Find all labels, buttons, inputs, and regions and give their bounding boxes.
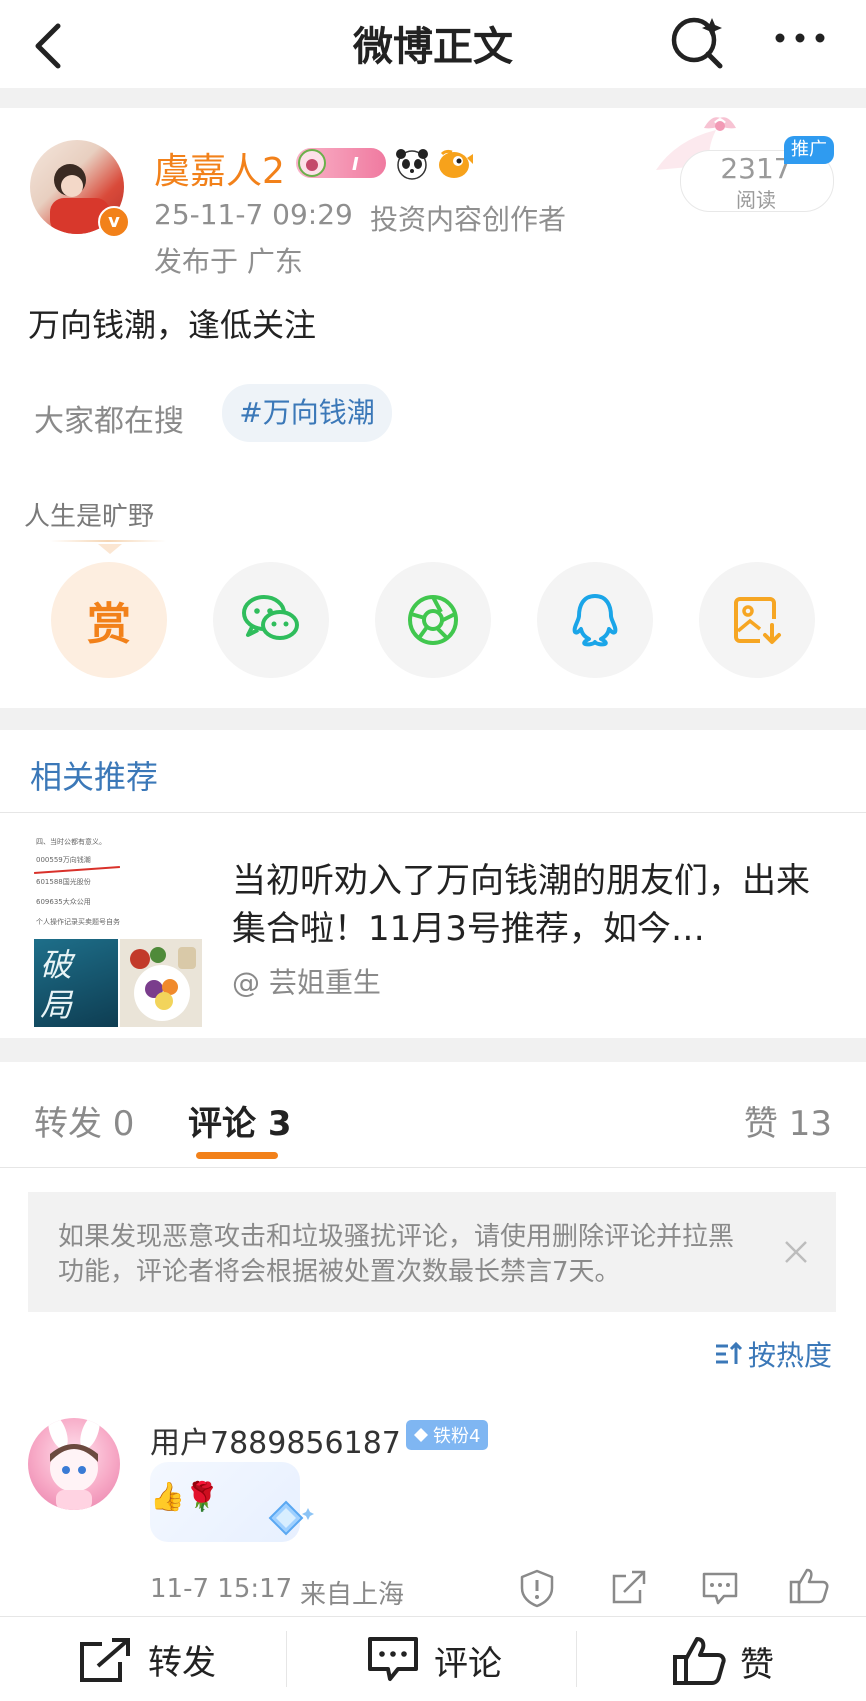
reward-label: 赏 xyxy=(87,599,131,650)
thumb-food-photo xyxy=(120,939,202,1027)
diamond-icon xyxy=(414,1428,428,1442)
bottom-action-bar: 转发 评论 赞 xyxy=(0,1616,866,1701)
thumb-art-text: 破局 xyxy=(40,946,73,1024)
panda-icon xyxy=(394,146,430,182)
sort-icon xyxy=(716,1341,743,1364)
bottom-comment-button[interactable]: 评论 xyxy=(366,1635,502,1685)
report-button[interactable] xyxy=(518,1568,556,1608)
thumbs-up-icon xyxy=(789,1568,829,1604)
fish-icon xyxy=(436,146,474,182)
share-moments-button[interactable] xyxy=(375,562,491,678)
share-wechat-button[interactable] xyxy=(213,562,329,678)
post-location: 发布于 广东 xyxy=(154,245,303,278)
comment-share-button[interactable] xyxy=(610,1570,648,1606)
signature-underline xyxy=(50,540,166,542)
report-shield-icon xyxy=(520,1569,554,1608)
close-icon xyxy=(785,1241,807,1263)
verified-badge-icon: v xyxy=(98,206,130,238)
post-content: 万向钱潮，逢低关注 xyxy=(28,306,317,344)
tab-active-indicator xyxy=(196,1152,278,1159)
sort-by-hot-button[interactable]: 按热度 xyxy=(714,1334,832,1374)
bar-divider xyxy=(286,1631,287,1687)
share-arrow-icon xyxy=(612,1570,646,1604)
reward-button[interactable]: 赏 xyxy=(51,562,167,678)
comment-like-button[interactable] xyxy=(788,1566,830,1606)
fan-badge: 铁粉4 xyxy=(406,1420,489,1450)
qq-icon xyxy=(572,594,618,647)
post-timestamp: 25-11-7 09:29 xyxy=(154,198,353,231)
bottom-like-button[interactable]: 赞 xyxy=(672,1635,774,1687)
bottom-comment-label: 评论 xyxy=(434,1643,502,1684)
author-tag: 投资内容创作者 xyxy=(370,203,567,236)
commenter-avatar[interactable] xyxy=(28,1418,120,1510)
section-divider xyxy=(0,708,866,730)
svg-text:I: I xyxy=(352,154,359,175)
share-qq-button[interactable] xyxy=(537,562,653,678)
notice-text: 如果发现恶意攻击和垃圾骚扰评论，请使用删除评论并拉黑功能，评论者将会根据被处置次… xyxy=(58,1222,735,1287)
save-image-button[interactable] xyxy=(699,562,815,678)
related-author: @ 芸姐重生 xyxy=(232,966,381,999)
thumb-line: 000559万向钱潮 xyxy=(36,856,91,864)
tab-likes[interactable]: 赞 13 xyxy=(744,1096,832,1145)
section-divider xyxy=(0,88,866,108)
thumb-line: 609635大众公用 xyxy=(36,898,91,906)
moments-shutter-icon xyxy=(408,595,458,645)
repost-icon xyxy=(80,1637,130,1682)
thumb-line: 个人操作记录买卖题号自务 xyxy=(36,918,120,926)
promo-badge: 推广 xyxy=(784,136,834,164)
tab-repost[interactable]: 转发 0 xyxy=(34,1096,134,1145)
top-nav-bar: 微博正文 xyxy=(0,0,866,88)
bottom-like-label: 赞 xyxy=(740,1644,774,1685)
wechat-icon xyxy=(242,595,299,640)
notice-close-button[interactable] xyxy=(778,1234,814,1270)
related-title: 当初听劝入了万向钱潮的朋友们，出来集合啦！11月3号推荐，如今… xyxy=(232,861,810,949)
page-title: 微博正文 xyxy=(353,24,513,70)
author-signature: 人生是旷野 xyxy=(24,502,155,532)
related-card[interactable]: 四、当时公都有意义。 000559万向钱潮 601588国光股份 609635大… xyxy=(0,813,866,1038)
bubble-gem-decoration xyxy=(256,1498,318,1548)
related-header: 相关推荐 xyxy=(30,758,159,796)
read-count-pill[interactable]: 2317 阅读 推广 xyxy=(646,110,838,216)
like-thumbs-up-icon xyxy=(673,1637,726,1685)
section-divider xyxy=(0,1038,866,1062)
more-icon xyxy=(775,33,825,43)
search-icon xyxy=(671,17,723,69)
reply-button[interactable] xyxy=(700,1570,740,1608)
bottom-repost-label: 转发 xyxy=(148,1643,216,1683)
more-button[interactable] xyxy=(770,20,830,60)
related-thumbnail: 四、当时公都有意义。 000559万向钱潮 601588国光股份 609635大… xyxy=(34,835,202,1027)
search-prompt: 大家都在搜 xyxy=(34,404,184,439)
comment-time: 11-7 15:17 xyxy=(150,1574,293,1604)
comment-icon xyxy=(368,1637,418,1681)
author-name[interactable]: 虞嘉人2 xyxy=(154,142,285,194)
pointer-triangle xyxy=(98,544,122,554)
read-label: 阅读 xyxy=(736,188,776,212)
thumb-strike-line xyxy=(34,866,120,874)
comment-emojis: 👍🌹 xyxy=(150,1480,220,1513)
thumb-line: 四、当时公都有意义。 xyxy=(36,838,106,846)
search-button[interactable] xyxy=(664,8,730,74)
fan-badge-label: 铁粉4 xyxy=(433,1426,481,1447)
topic-chip[interactable]: #万向钱潮 xyxy=(222,384,392,442)
sort-label: 按热度 xyxy=(748,1339,833,1372)
tab-comments[interactable]: 评论 3 xyxy=(188,1096,292,1145)
comment-notice: 如果发现恶意攻击和垃圾骚扰评论，请使用删除评论并拉黑功能，评论者将会根据被处置次… xyxy=(28,1192,836,1312)
reply-bubble-icon xyxy=(702,1572,738,1605)
commenter-name[interactable]: 用户7889856187 xyxy=(150,1418,401,1462)
save-image-icon xyxy=(734,597,781,644)
thumb-art-panel: 破局 xyxy=(34,939,118,1027)
thumb-line: 601588国光股份 xyxy=(36,878,91,886)
bar-divider xyxy=(576,1631,577,1687)
member-badge-icon: I xyxy=(296,148,386,178)
comment-location: 来自上海 xyxy=(300,1580,405,1610)
bottom-repost-button[interactable]: 转发 xyxy=(78,1635,216,1684)
divider-line xyxy=(0,1167,866,1168)
